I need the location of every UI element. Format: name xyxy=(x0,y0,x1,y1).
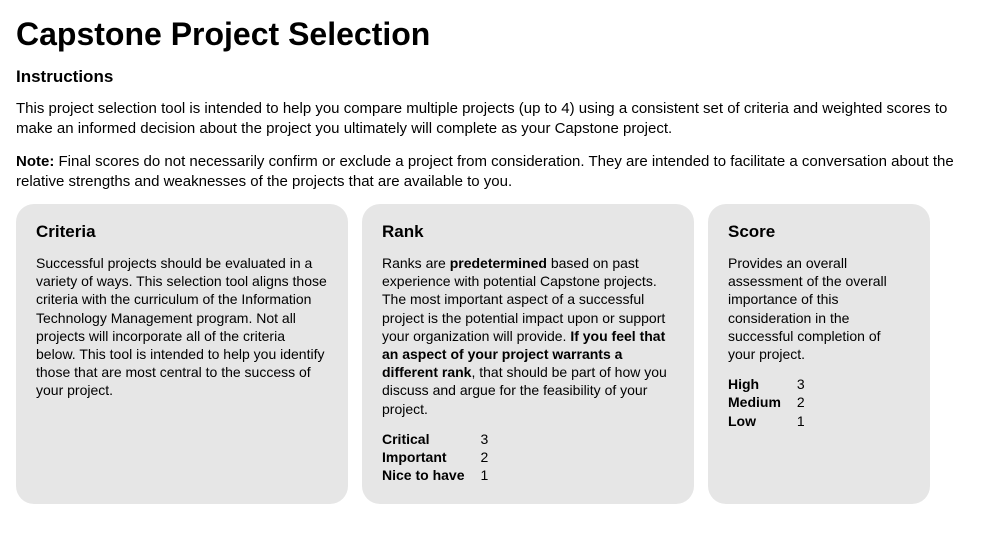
cards-row: Criteria Successful projects should be e… xyxy=(16,204,982,504)
score-title: Score xyxy=(728,222,910,242)
rank-level-value: 3 xyxy=(480,430,504,448)
score-level-value: 2 xyxy=(797,393,821,411)
rank-body: Ranks are predetermined based on past ex… xyxy=(382,254,674,418)
score-level-label: Medium xyxy=(728,393,797,411)
table-row: High 3 xyxy=(728,375,821,393)
intro-paragraph: This project selection tool is intended … xyxy=(16,99,982,140)
rank-levels-table: Critical 3 Important 2 Nice to have 1 xyxy=(382,430,504,485)
page-title: Capstone Project Selection xyxy=(16,16,982,53)
criteria-title: Criteria xyxy=(36,222,328,242)
score-level-label: High xyxy=(728,375,797,393)
note-label: Note: xyxy=(16,153,54,170)
score-levels-table: High 3 Medium 2 Low 1 xyxy=(728,375,821,430)
note-text: Final scores do not necessarily confirm … xyxy=(16,153,954,190)
criteria-body: Successful projects should be evaluated … xyxy=(36,254,328,400)
table-row: Critical 3 xyxy=(382,430,504,448)
table-row: Medium 2 xyxy=(728,393,821,411)
criteria-card: Criteria Successful projects should be e… xyxy=(16,204,348,504)
table-row: Nice to have 1 xyxy=(382,466,504,484)
score-card: Score Provides an overall assessment of … xyxy=(708,204,930,504)
score-level-value: 1 xyxy=(797,412,821,430)
score-level-value: 3 xyxy=(797,375,821,393)
table-row: Low 1 xyxy=(728,412,821,430)
instructions-heading: Instructions xyxy=(16,67,982,87)
rank-card: Rank Ranks are predetermined based on pa… xyxy=(362,204,694,504)
rank-level-label: Critical xyxy=(382,430,480,448)
rank-level-value: 1 xyxy=(480,466,504,484)
rank-title: Rank xyxy=(382,222,674,242)
table-row: Important 2 xyxy=(382,448,504,466)
note-paragraph: Note: Final scores do not necessarily co… xyxy=(16,152,982,193)
rank-level-value: 2 xyxy=(480,448,504,466)
rank-level-label: Nice to have xyxy=(382,466,480,484)
score-body: Provides an overall assessment of the ov… xyxy=(728,254,910,363)
rank-level-label: Important xyxy=(382,448,480,466)
score-level-label: Low xyxy=(728,412,797,430)
